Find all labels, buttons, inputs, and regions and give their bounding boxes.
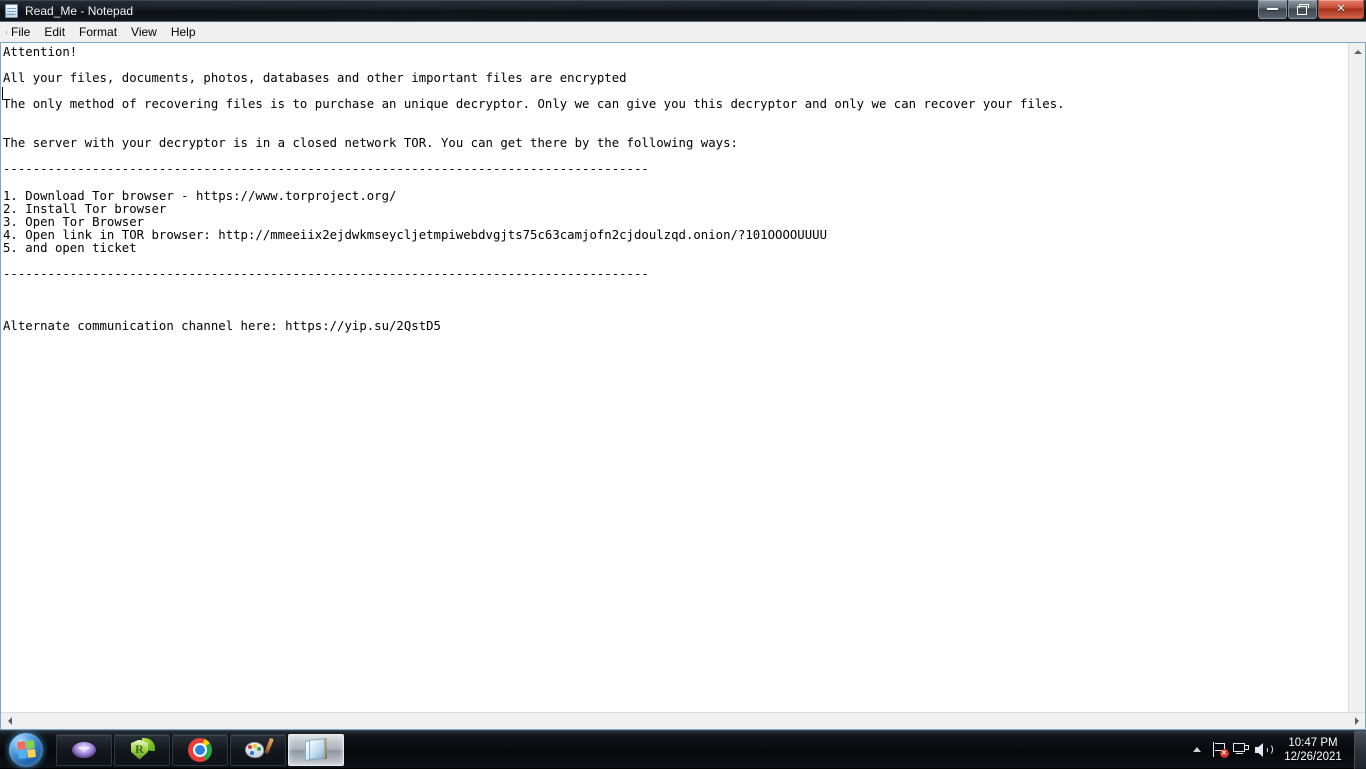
window-title: Read_Me - Notepad: [25, 4, 133, 18]
shield-letter: R: [131, 740, 148, 760]
text-caret: [2, 87, 3, 100]
text-editor-area[interactable]: Attention! All your files, documents, ph…: [0, 42, 1366, 730]
menu-item-edit[interactable]: Edit: [37, 23, 72, 41]
menu-item-format[interactable]: Format: [72, 23, 124, 41]
windows-logo-icon: [9, 733, 43, 767]
document-text[interactable]: Attention! All your files, documents, ph…: [2, 44, 1348, 712]
show-hidden-icons-button[interactable]: [1186, 747, 1208, 752]
taskbar-app-shield[interactable]: R: [114, 734, 170, 766]
menu-item-help[interactable]: Help: [164, 23, 203, 41]
taskbar-app-notepad[interactable]: [288, 734, 344, 766]
menu-item-file[interactable]: File: [4, 23, 37, 41]
clock-time: 10:47 PM: [1276, 736, 1350, 750]
system-tray: ✕ 10:47 PM 12/26/2021: [1186, 731, 1366, 769]
network-icon[interactable]: [1230, 731, 1252, 769]
clock[interactable]: 10:47 PM 12/26/2021: [1274, 736, 1352, 764]
restore-button[interactable]: [1288, 0, 1317, 19]
volume-icon[interactable]: [1252, 731, 1274, 769]
taskbar-buttons: R: [56, 734, 344, 766]
shield-icon: R: [129, 737, 155, 763]
vertical-scrollbar[interactable]: [1348, 43, 1365, 712]
scroll-left-icon[interactable]: [1, 713, 18, 730]
notepad-window: Read_Me - Notepad ✕ File Edit Format Vie…: [0, 0, 1366, 730]
close-button[interactable]: ✕: [1318, 0, 1364, 19]
oval-app-icon: [71, 737, 97, 763]
window-title-bar[interactable]: Read_Me - Notepad ✕: [0, 0, 1366, 22]
action-center-badge: ✕: [1220, 749, 1229, 758]
taskbar-app-oval[interactable]: [56, 734, 112, 766]
window-controls: ✕: [1257, 0, 1364, 20]
taskbar-app-chrome[interactable]: [172, 734, 228, 766]
notepad-taskbar-icon: [303, 737, 329, 763]
chevron-up-icon: [1193, 747, 1201, 752]
scroll-up-icon[interactable]: [1349, 43, 1365, 60]
action-center-icon[interactable]: ✕: [1208, 731, 1230, 769]
horizontal-scrollbar[interactable]: [1, 712, 1365, 729]
notepad-icon: [4, 3, 20, 19]
scroll-right-icon[interactable]: [1348, 713, 1365, 730]
menu-bar: File Edit Format View Help: [0, 22, 1366, 42]
show-desktop-button[interactable]: [1354, 731, 1366, 769]
taskbar: R ✕: [0, 730, 1366, 768]
clock-date: 12/26/2021: [1276, 750, 1350, 764]
minimize-button[interactable]: [1258, 0, 1287, 19]
taskbar-app-paint[interactable]: [230, 734, 286, 766]
menu-item-view[interactable]: View: [124, 23, 164, 41]
start-button[interactable]: [2, 732, 50, 768]
paint-palette-icon: [245, 737, 271, 763]
close-icon: ✕: [1336, 4, 1345, 15]
chrome-icon: [187, 737, 213, 763]
